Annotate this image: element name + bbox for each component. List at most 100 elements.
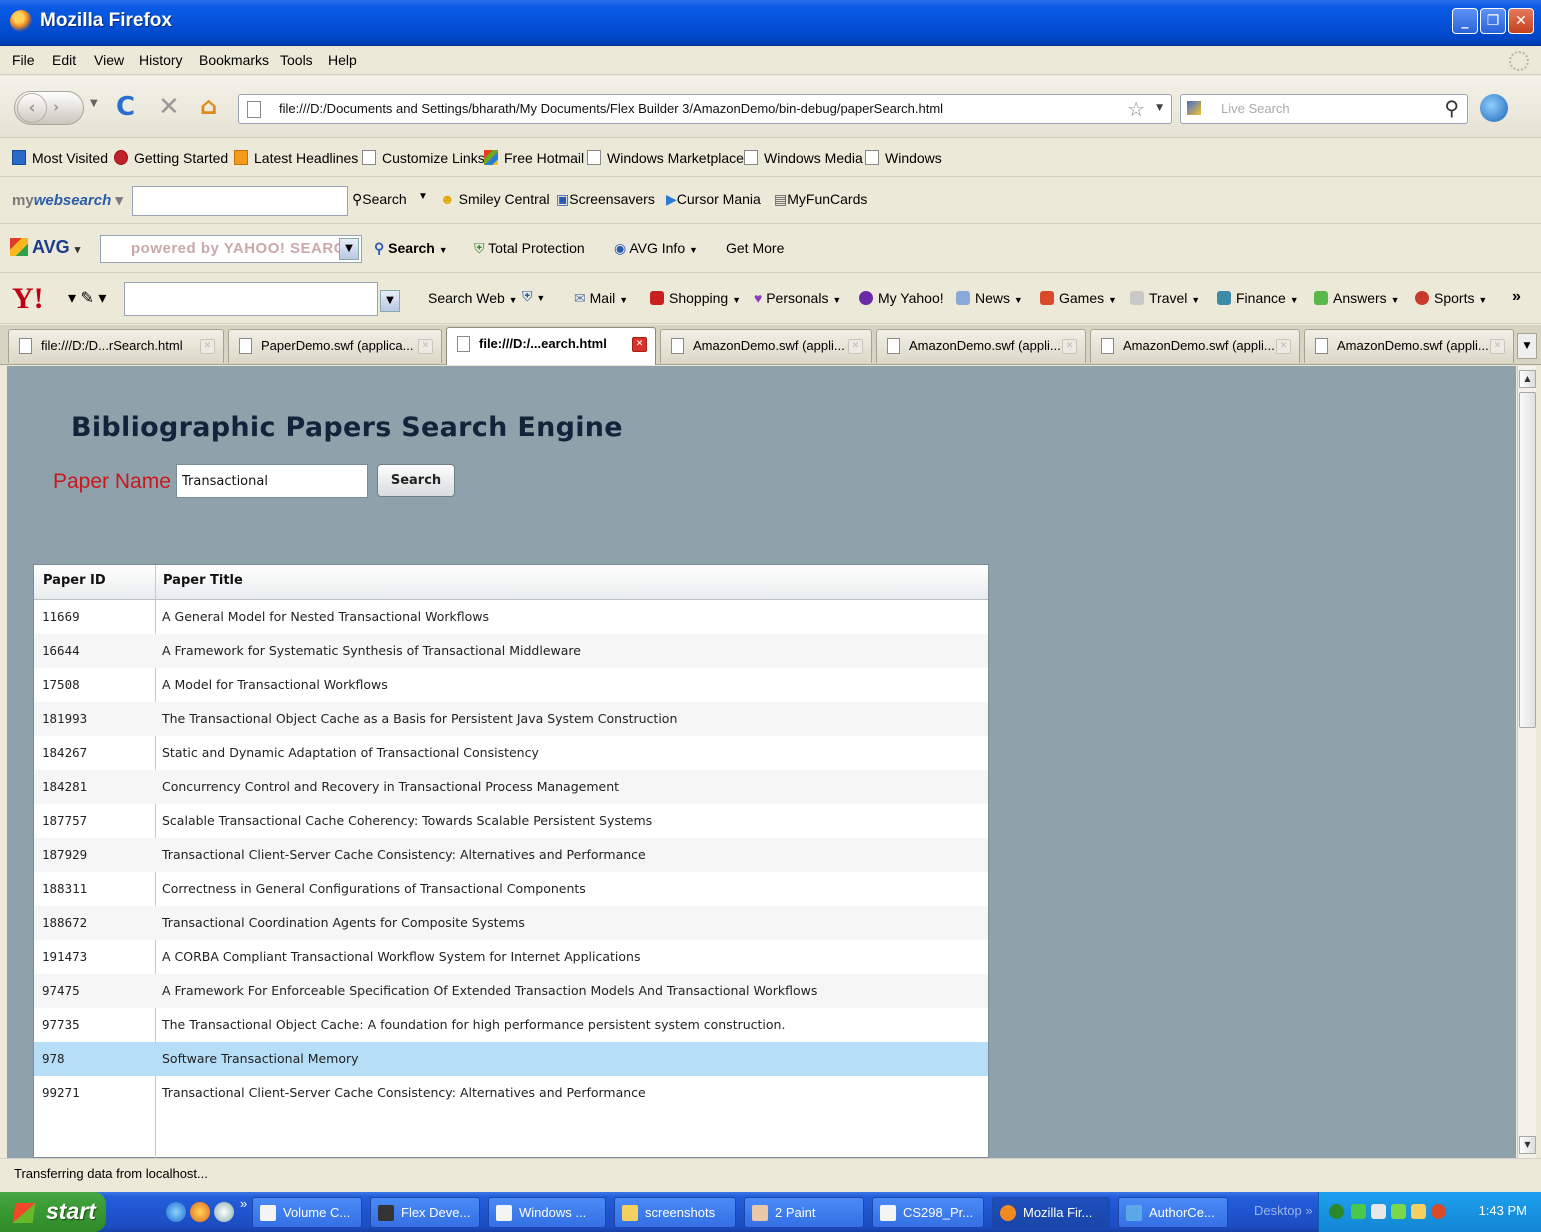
avg-search-placeholder[interactable]: powered by YAHOO! SEARCH [131,240,356,257]
mywebsearch-logo[interactable]: mywebsearch ▾ [12,191,123,209]
tray-volume-icon[interactable] [1371,1204,1386,1219]
yahoo-shopping-link[interactable]: Shopping ▼ [650,290,741,306]
task-mozilla-firefox[interactable]: Mozilla Fir... [992,1197,1110,1228]
tab-list-dropdown-icon[interactable]: ▼ [1517,333,1537,359]
desktop-toolbar-label[interactable]: Desktop » [1254,1203,1313,1218]
search-box[interactable]: Live Search ⚲ [1180,94,1468,124]
table-row[interactable]: 184267 Static and Dynamic Adaptation of T… [34,736,988,770]
table-row[interactable]: 16644 A Framework for Systematic Synthesi… [34,634,988,668]
mywebsearch-input[interactable] [132,186,348,216]
yahoo-logo[interactable]: Y! [12,282,44,316]
paper-name-input[interactable] [176,464,368,498]
yahoo-search-input[interactable] [124,282,378,316]
task-volume[interactable]: Volume C... [252,1197,362,1228]
table-row[interactable]: 191473 A CORBA Compliant Transactional Wo… [34,940,988,974]
table-row[interactable]: 187929 Transactional Client-Server Cache … [34,838,988,872]
tray-network-icon[interactable] [1351,1204,1366,1219]
tab-close-icon[interactable]: ✕ [848,339,863,354]
task-cs298[interactable]: CS298_Pr... [872,1197,984,1228]
search-button[interactable]: Search [377,464,455,497]
back-button[interactable]: ‹ [17,93,47,123]
yahoo-mail-link[interactable]: ✉ Mail ▼ [574,290,628,307]
table-row[interactable]: 188672 Transactional Coordination Agents … [34,906,988,940]
magnifier-icon[interactable]: ⚲ [1444,96,1459,120]
avg-search-dropdown-icon[interactable]: ▼ [339,238,359,260]
history-dropdown-icon[interactable]: ▼ [90,98,98,109]
column-header-paper-id[interactable]: Paper ID [43,573,106,588]
stop-icon[interactable]: ✕ [158,92,180,122]
yahoo-overflow-chevron[interactable]: » [1512,288,1521,306]
get-more-link[interactable]: Get More [726,240,784,256]
close-button[interactable]: ✕ [1508,8,1534,34]
yahoo-search-dropdown-icon[interactable]: ▼ [380,290,400,312]
cursor-mania-link[interactable]: ▶Cursor Mania [666,191,761,208]
tab-close-icon[interactable]: ✕ [1490,339,1505,354]
yahoo-search-web-button[interactable]: Search Web ▼ [428,290,518,306]
tab-close-icon[interactable]: ✕ [200,339,215,354]
table-row[interactable]: 17508 A Model for Transactional Workflows [34,668,988,702]
table-row[interactable]: 181993 The Transactional Object Cache as … [34,702,988,736]
scroll-up-arrow[interactable]: ▲ [1519,370,1536,388]
bookmark-getting-started[interactable]: Getting Started [114,150,228,166]
menu-history[interactable]: History [139,52,183,68]
bookmark-windows[interactable]: Windows [865,150,942,166]
avg-search-button[interactable]: ⚲ Search ▼ [374,240,448,257]
tray-signal-icon[interactable] [1391,1204,1406,1219]
my-yahoo-link[interactable]: My Yahoo! [859,290,944,306]
tab-7[interactable]: AmazonDemo.swf (appli... ✕ [1304,329,1514,363]
table-row[interactable]: 11669 A General Model for Nested Transact… [34,600,988,634]
tray-app-icon[interactable] [1411,1204,1426,1219]
menu-view[interactable]: View [94,52,124,68]
tab-close-icon[interactable]: ✕ [1276,339,1291,354]
yahoo-games-link[interactable]: Games ▼ [1040,290,1117,306]
addon-icon[interactable] [1480,94,1508,122]
bookmark-star-icon[interactable]: ☆ [1127,97,1145,121]
task-windows[interactable]: Windows ... [488,1197,606,1228]
forward-button[interactable]: › [53,98,59,116]
tab-6[interactable]: AmazonDemo.swf (appli... ✕ [1090,329,1300,363]
task-paint[interactable]: 2 Paint [744,1197,864,1228]
menu-edit[interactable]: Edit [52,52,76,68]
table-row[interactable]: 97735 The Transactional Object Cache: A f… [34,1008,988,1042]
ie-quicklaunch-icon[interactable] [166,1202,186,1222]
yahoo-answers-link[interactable]: Answers ▼ [1314,290,1400,306]
restore-button[interactable]: ❐ [1480,8,1506,34]
total-protection-link[interactable]: ⛨ Total Protection [474,240,585,257]
menu-file[interactable]: File [12,52,35,68]
yahoo-sports-link[interactable]: Sports ▼ [1415,290,1487,306]
reload-icon[interactable]: C [116,92,135,122]
avg-info-link[interactable]: ◉ AVG Info ▼ [614,240,698,257]
menu-bookmarks[interactable]: Bookmarks [199,52,269,68]
task-flex[interactable]: Flex Deve... [370,1197,480,1228]
avg-logo[interactable]: AVG ▾ [10,237,80,258]
tab-3-active[interactable]: file:///D:/...earch.html ✕ [446,327,656,365]
url-text[interactable]: file:///D:/Documents and Settings/bharat… [279,101,943,116]
tab-2[interactable]: PaperDemo.swf (applica... ✕ [228,329,442,363]
home-icon[interactable]: ⌂ [200,92,217,120]
tab-4[interactable]: AmazonDemo.swf (appli... ✕ [660,329,872,363]
screensavers-link[interactable]: ▣Screensavers [556,191,655,208]
vertical-scrollbar[interactable]: ▲ ▼ [1517,366,1536,1158]
search-dropdown-icon[interactable]: ▼ [418,191,428,202]
task-authorce[interactable]: AuthorCe... [1118,1197,1228,1228]
table-row[interactable]: 978 Software Transactional Memory [34,1042,988,1076]
scroll-down-arrow[interactable]: ▼ [1519,1136,1536,1154]
table-row[interactable]: 187757 Scalable Transactional Cache Coher… [34,804,988,838]
quicklaunch-icon[interactable] [214,1202,234,1222]
table-row[interactable]: 99271 Transactional Client-Server Cache C… [34,1076,988,1110]
url-dropdown-icon[interactable]: ▼ [1156,103,1163,113]
table-row[interactable]: 188311 Correctness in General Configurati… [34,872,988,906]
mywebsearch-search-button[interactable]: ⚲Search [352,191,407,208]
firefox-quicklaunch-icon[interactable] [190,1202,210,1222]
tray-security-icon[interactable] [1431,1204,1446,1219]
yahoo-personals-link[interactable]: ♥ Personals ▼ [754,290,841,306]
tab-close-icon[interactable]: ✕ [418,339,433,354]
yahoo-travel-link[interactable]: Travel ▼ [1130,290,1200,306]
tab-close-icon[interactable]: ✕ [1062,339,1077,354]
bookmark-windows-marketplace[interactable]: Windows Marketplace [587,150,744,166]
yahoo-finance-link[interactable]: Finance ▼ [1217,290,1299,306]
search-placeholder[interactable]: Live Search [1221,101,1290,116]
yahoo-shield-icon[interactable]: ⛨ ▼ [522,288,545,305]
smiley-central-link[interactable]: ☻ Smiley Central [440,191,550,207]
table-row[interactable]: 97475 A Framework For Enforceable Specifi… [34,974,988,1008]
